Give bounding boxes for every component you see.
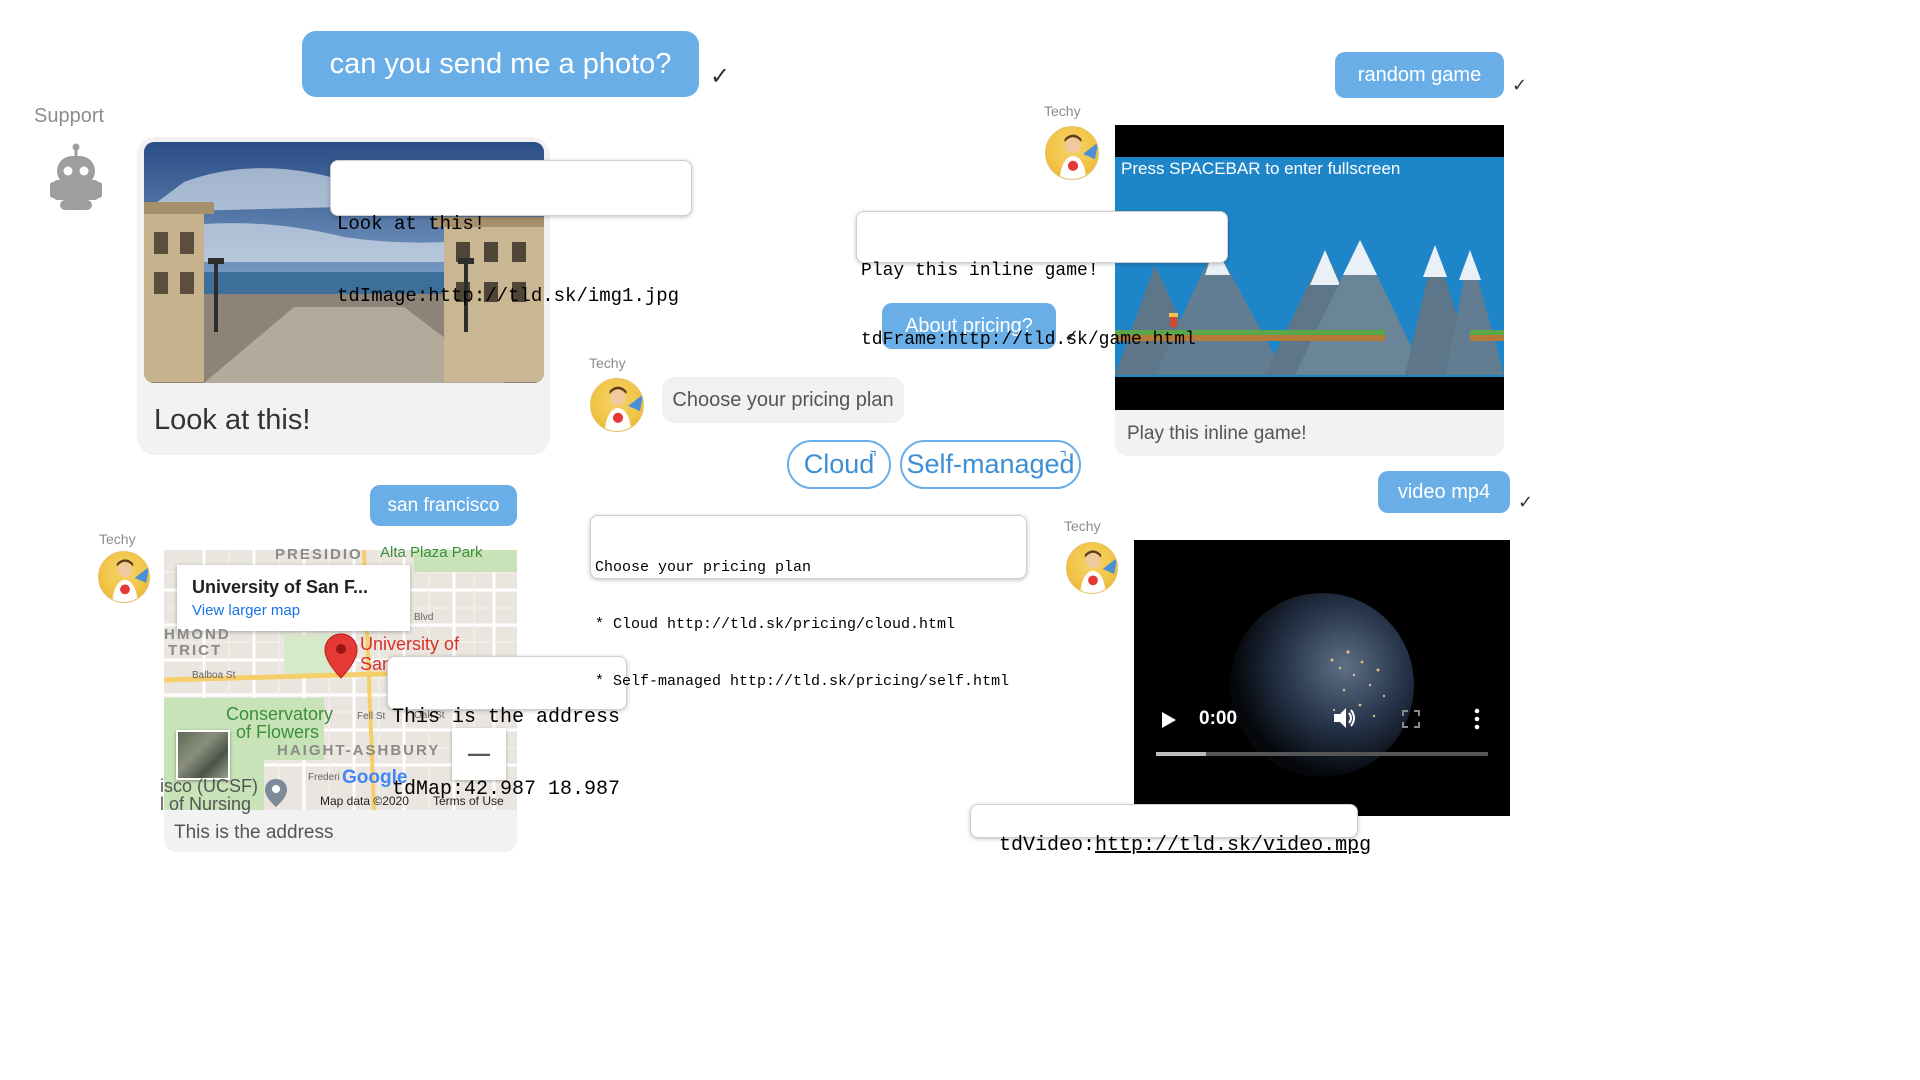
user-message-random-game: random game bbox=[1335, 52, 1504, 98]
agent-name-support: Support bbox=[34, 105, 105, 127]
map-label-balboa: Balboa St bbox=[192, 670, 236, 681]
more-options-icon[interactable] bbox=[1473, 708, 1481, 730]
external-link-icon: ⌝ bbox=[869, 450, 878, 467]
techy-avatar-icon bbox=[98, 551, 150, 603]
callout-line: tdImage:http://tld.sk/img1.jpg bbox=[337, 285, 680, 307]
user-message-video: video mp4 bbox=[1378, 471, 1510, 513]
play-button-icon[interactable] bbox=[1158, 710, 1178, 730]
video-progress-track[interactable] bbox=[1156, 752, 1488, 756]
game-fullscreen-banner: Press SPACEBAR to enter fullscreen bbox=[1121, 159, 1401, 178]
choice-cloud-button[interactable]: Cloud ⌝ bbox=[787, 440, 891, 489]
techy-avatar-icon bbox=[1066, 542, 1118, 594]
map-label-of-flowers: of Flowers bbox=[236, 722, 320, 742]
map-pin-icon[interactable] bbox=[323, 632, 359, 680]
agent-name-techy: Techy bbox=[589, 355, 626, 371]
map-place-marker-icon bbox=[264, 778, 288, 808]
earth-video-frame bbox=[1230, 593, 1414, 777]
map-code-callout: This is the address tdMap:42.987 18.987 bbox=[387, 656, 627, 801]
callout-line: This is the address bbox=[392, 706, 621, 729]
map-label-richmond: HMOND bbox=[164, 626, 231, 643]
delivered-check-icon: ✓ bbox=[1518, 492, 1534, 513]
agent-message-pricing: Choose your pricing plan bbox=[662, 377, 904, 423]
user-message-san-francisco: san francisco bbox=[370, 485, 517, 526]
callout-line: tdFrame:http://tld.sk/game.html bbox=[861, 330, 1196, 350]
map-caption: This is the address bbox=[174, 822, 334, 843]
image-code-callout: Look at this! tdImage:http://tld.sk/img1… bbox=[330, 160, 692, 307]
map-label-blvd: Blvd bbox=[414, 612, 434, 623]
video-url-link[interactable]: http://tld.sk/video.mpg bbox=[1095, 834, 1371, 857]
satellite-toggle-thumbnail[interactable] bbox=[176, 730, 230, 780]
map-label-nursing: l of Nursing bbox=[160, 794, 252, 814]
video-time: 0:00 bbox=[1199, 708, 1238, 729]
map-pin-label: University of bbox=[360, 634, 460, 654]
agent-name-techy: Techy bbox=[99, 531, 136, 547]
map-label-frederick: Frederi bbox=[308, 772, 340, 783]
image-caption: Look at this! bbox=[154, 404, 311, 436]
video-code-callout: tdVideo:http://tld.sk/video.mpg bbox=[970, 804, 1371, 857]
choice-label: Cloud bbox=[803, 449, 875, 479]
agent-name-techy: Techy bbox=[1044, 103, 1081, 119]
video-player[interactable]: 0:00 bbox=[1134, 540, 1510, 816]
callout-line: * Cloud http://tld.sk/pricing/cloud.html bbox=[595, 616, 956, 633]
map-label-alta-plaza: Alta Plaza Park bbox=[380, 544, 483, 561]
robot-avatar-icon bbox=[48, 142, 104, 214]
callout-line: tdMap:42.987 18.987 bbox=[392, 778, 621, 801]
volume-icon[interactable] bbox=[1332, 706, 1358, 730]
map-label-fell: Fell St bbox=[357, 711, 386, 722]
callout-line: * Self-managed http://tld.sk/pricing/sel… bbox=[595, 673, 1010, 690]
map-place-title: University of San F... bbox=[192, 577, 369, 597]
game-code-callout: Play this inline game! tdFrame:http://tl… bbox=[856, 211, 1228, 350]
choice-self-managed-button[interactable]: Self-managed ⌝ bbox=[900, 440, 1081, 489]
delivered-check-icon: ✓ bbox=[710, 62, 731, 90]
callout-line: Play this inline game! bbox=[861, 261, 1099, 281]
map-label-district: TRICT bbox=[168, 642, 223, 659]
callout-line: Choose your pricing plan bbox=[595, 559, 812, 576]
game-caption: Play this inline game! bbox=[1127, 423, 1307, 444]
view-larger-map-link[interactable]: View larger map bbox=[192, 602, 300, 619]
user-message-photo-request: can you send me a photo? bbox=[302, 31, 699, 97]
pricing-code-callout: Choose your pricing plan * Cloud http://… bbox=[590, 515, 1027, 690]
agent-name-techy: Techy bbox=[1064, 518, 1101, 534]
techy-avatar-icon bbox=[1045, 126, 1099, 180]
delivered-check-icon: ✓ bbox=[1512, 75, 1528, 96]
techy-avatar-icon bbox=[590, 378, 644, 432]
map-place-panel: University of San F... View larger map bbox=[177, 565, 410, 631]
video-progress-fill bbox=[1156, 752, 1206, 756]
map-label-presidio: PRESIDIO bbox=[275, 546, 363, 563]
callout-line: Look at this! bbox=[337, 213, 486, 235]
choice-label: Self-managed bbox=[906, 449, 1075, 479]
callout-prefix: tdVideo: bbox=[999, 834, 1096, 857]
external-link-icon: ⌝ bbox=[1059, 450, 1068, 467]
fullscreen-icon[interactable] bbox=[1402, 710, 1420, 728]
